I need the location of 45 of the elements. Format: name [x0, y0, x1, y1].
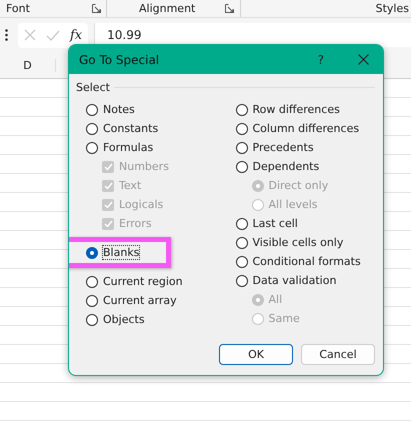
option-label[interactable]: Column differences	[252, 122, 360, 135]
option-label[interactable]: Conditional formats	[252, 255, 361, 268]
radio-button[interactable]	[86, 294, 98, 306]
checkmark-icon[interactable]	[46, 30, 60, 40]
option-label[interactable]: Objects	[103, 313, 145, 326]
ribbon-group-label: Font	[6, 2, 30, 15]
ribbon-group-label: Styles	[376, 2, 409, 15]
dialog-button[interactable]: Cancel	[301, 344, 375, 365]
option-label[interactable]: Formulas	[103, 141, 154, 154]
option-label[interactable]: Blanks	[103, 246, 140, 259]
option-label[interactable]: Current region	[103, 275, 183, 288]
radio-button[interactable]	[236, 236, 248, 248]
dialog-launcher-icon[interactable]	[225, 4, 234, 13]
dialog-launcher-icon[interactable]	[92, 4, 101, 13]
radio-button[interactable]	[236, 218, 248, 230]
option-label[interactable]: Notes	[103, 103, 135, 116]
radio-button[interactable]	[236, 160, 248, 172]
insert-function-button[interactable]: fx	[70, 28, 82, 42]
option-label[interactable]: Visible cells only	[252, 236, 344, 249]
radio-button[interactable]	[86, 104, 98, 116]
dialog-title: Go To Special	[79, 52, 160, 66]
option-label[interactable]: Current array	[103, 294, 177, 307]
radio-button[interactable]	[236, 142, 248, 154]
option-label[interactable]: Row differences	[252, 103, 340, 116]
radio-button[interactable]	[236, 122, 248, 134]
close-icon[interactable]	[358, 54, 369, 65]
option-label[interactable]: Constants	[103, 122, 158, 135]
option-label[interactable]: Precedents	[252, 141, 314, 154]
help-button[interactable]: ?	[318, 52, 324, 66]
radio-button[interactable]	[86, 246, 98, 258]
radio-button[interactable]	[86, 314, 98, 326]
group-label: Select	[76, 81, 110, 94]
radio-button[interactable]	[236, 104, 248, 116]
radio-button[interactable]	[86, 276, 98, 288]
ribbon-group-label: Alignment	[139, 2, 196, 15]
option-label[interactable]: Dependents	[252, 160, 320, 173]
option-label[interactable]: Last cell	[252, 217, 298, 230]
dialog-button[interactable]: OK	[219, 344, 293, 365]
radio-button[interactable]	[236, 274, 248, 286]
radio-button[interactable]	[86, 122, 98, 134]
more-icon[interactable]	[5, 29, 8, 41]
option-label[interactable]: Data validation	[252, 274, 336, 287]
radio-button[interactable]	[236, 256, 248, 268]
radio-button[interactable]	[86, 142, 98, 154]
column-header[interactable]: D	[0, 58, 56, 72]
